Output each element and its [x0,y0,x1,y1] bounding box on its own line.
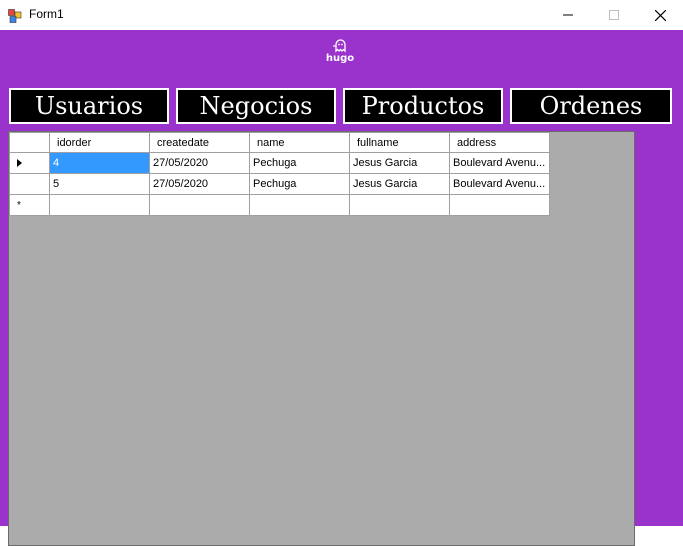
ghost-logo-icon [333,39,346,53]
column-header-name[interactable]: name [249,132,350,153]
table-cell[interactable]: 4 [49,152,150,174]
productos-button-label: Productos [361,92,485,120]
table-cell[interactable]: Jesus Garcia [349,173,450,195]
maximize-icon [609,10,619,20]
column-header-address[interactable]: address [449,132,550,153]
current-row-arrow-icon [17,159,22,168]
table-cell[interactable] [149,194,250,216]
table-cell[interactable]: Boulevard Avenu... [449,152,550,174]
new-row-marker: * [17,200,21,211]
logo-text: hugo [325,53,355,64]
column-header-fullname[interactable]: fullname [349,132,450,153]
header-row: idorder createdate name fullname address [9,132,550,153]
table-cell[interactable] [249,194,350,216]
usuarios-button[interactable]: Usuarios [9,88,169,124]
orders-table: idorder createdate name fullname address… [9,132,550,216]
ordenes-button[interactable]: Ordenes [510,88,672,124]
table-cell[interactable]: 27/05/2020 [149,173,250,195]
maximize-button[interactable] [591,0,637,30]
productos-button[interactable]: Productos [343,88,503,124]
usuarios-button-label: Usuarios [34,92,144,120]
table-cell[interactable] [449,194,550,216]
negocios-button-label: Negocios [199,92,313,120]
close-icon [654,9,666,21]
minimize-button[interactable] [545,0,591,30]
logo: hugo [322,39,358,71]
corner-header-cell[interactable] [9,132,50,153]
form-client-area: hugo Usuarios Negocios Productos Ordenes… [0,30,683,546]
table-cell[interactable]: Boulevard Avenu... [449,173,550,195]
table-cell[interactable]: 5 [49,173,150,195]
table-cell[interactable] [349,194,450,216]
table-cell[interactable]: 27/05/2020 [149,152,250,174]
close-button[interactable] [637,0,683,30]
column-header-idorder[interactable]: idorder [49,132,150,153]
table-row[interactable]: 5 27/05/2020 Pechuga Jesus Garcia Boulev… [9,173,550,195]
negocios-button[interactable]: Negocios [176,88,336,124]
table-cell[interactable] [49,194,150,216]
table-cell[interactable]: Pechuga [249,152,350,174]
table-row[interactable]: 4 27/05/2020 Pechuga Jesus Garcia Boulev… [9,152,550,174]
row-header[interactable] [9,173,50,195]
new-row-header[interactable]: * [9,194,50,216]
ordenes-button-label: Ordenes [539,92,643,120]
orders-data-grid[interactable]: idorder createdate name fullname address… [8,131,635,546]
title-bar: Form1 [0,0,683,30]
column-header-createdate[interactable]: createdate [149,132,250,153]
window-title: Form1 [29,7,64,21]
new-row[interactable]: * [9,194,550,216]
row-header-current[interactable] [9,152,50,174]
form-app-icon [8,8,22,23]
table-cell[interactable]: Pechuga [249,173,350,195]
table-cell[interactable]: Jesus Garcia [349,152,450,174]
minimize-icon [563,14,573,16]
